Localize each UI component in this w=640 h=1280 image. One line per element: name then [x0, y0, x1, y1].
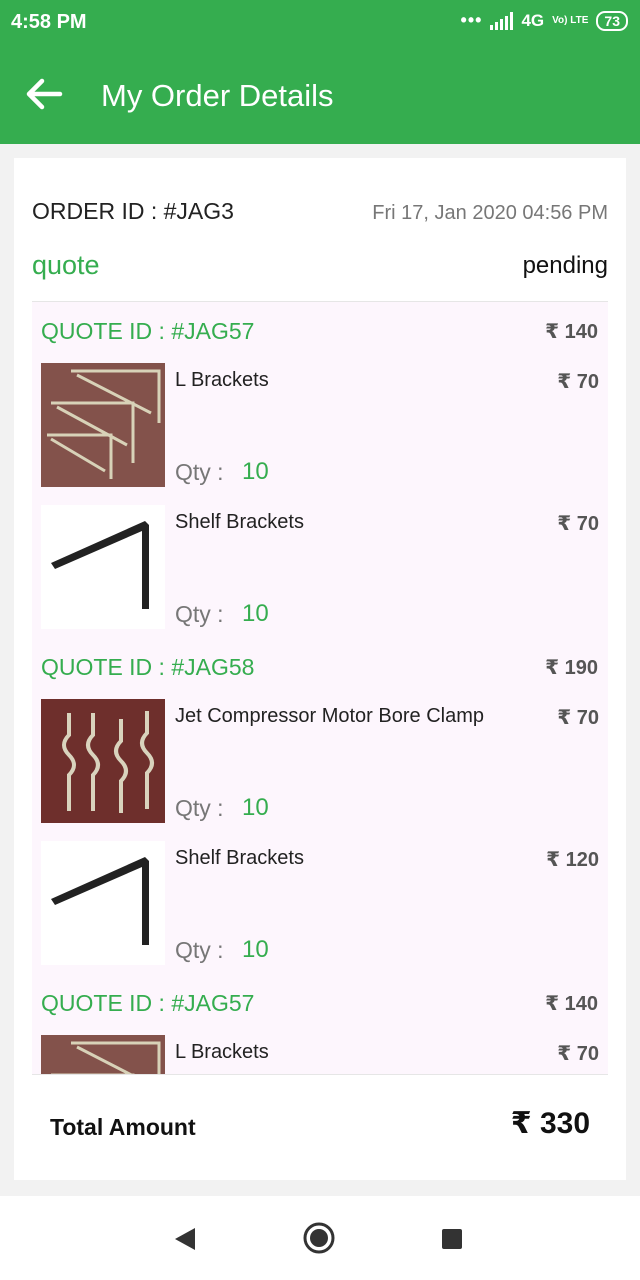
order-id: ORDER ID : #JAG3: [32, 198, 234, 224]
order-date: Fri 17, Jan 2020 04:56 PM: [372, 202, 608, 224]
item-name: L Brackets: [175, 369, 269, 391]
nav-back-icon[interactable]: [173, 1226, 197, 1252]
qty-label: Qty :: [175, 459, 224, 485]
item-price: ₹ 70: [557, 1043, 599, 1065]
item-name: Jet Compressor Motor Bore Clamp: [175, 705, 484, 727]
qty-value: 10: [242, 794, 269, 821]
app-bar: My Order Details: [0, 44, 640, 144]
quote-total: ₹ 140: [545, 321, 598, 343]
qty-label: Qty :: [175, 937, 224, 963]
status-icons: ••• 4G Vo) LTE 73: [461, 10, 628, 31]
l-brackets-image: [41, 1035, 165, 1074]
quote-id: QUOTE ID : #JAG58: [41, 654, 255, 680]
item-price: ₹ 120: [546, 849, 599, 871]
volte-icon: Vo) LTE: [552, 14, 589, 26]
qty-value: 10: [242, 600, 269, 627]
clamp-image: [41, 699, 165, 823]
list-item[interactable]: L Brackets ₹ 70: [41, 1035, 599, 1074]
list-item[interactable]: L Brackets ₹ 70 Qty : 10: [41, 363, 599, 489]
order-card: ORDER ID : #JAG3 Fri 17, Jan 2020 04:56 …: [14, 158, 626, 1180]
shelf-bracket-image: [41, 841, 165, 965]
quote-id: QUOTE ID : #JAG57: [41, 318, 255, 344]
page-title: My Order Details: [101, 78, 334, 113]
qty-value: 10: [242, 458, 269, 485]
system-nav-bar: [0, 1196, 640, 1280]
item-price: ₹ 70: [557, 707, 599, 729]
status-bar: 4:58 PM ••• 4G Vo) LTE 73: [0, 0, 640, 44]
order-status: pending: [522, 252, 608, 279]
back-arrow-icon[interactable]: [22, 72, 66, 116]
total-amount-label: Total Amount: [50, 1114, 196, 1140]
list-item[interactable]: Shelf Brackets ₹ 120 Qty : 10: [41, 841, 599, 967]
quote-id: QUOTE ID : #JAG57: [41, 990, 255, 1016]
shelf-bracket-image: [41, 505, 165, 629]
order-type: quote: [32, 250, 100, 280]
qty-value: 10: [242, 936, 269, 963]
battery-icon: 73: [596, 10, 628, 31]
l-brackets-image: [41, 363, 165, 487]
signal-icon: [490, 11, 514, 30]
item-name: Shelf Brackets: [175, 511, 304, 533]
more-notifications-icon: •••: [460, 10, 483, 30]
total-amount-value: ₹ 330: [510, 1107, 590, 1140]
status-time: 4:58 PM: [11, 11, 87, 33]
list-item[interactable]: Jet Compressor Motor Bore Clamp ₹ 70 Qty…: [41, 699, 599, 825]
qty-label: Qty :: [175, 795, 224, 821]
quote-total: ₹ 140: [545, 993, 598, 1015]
item-price: ₹ 70: [557, 371, 599, 393]
divider: [32, 1074, 608, 1075]
item-name: Shelf Brackets: [175, 847, 304, 869]
quote-total: ₹ 190: [545, 657, 598, 679]
nav-home-icon[interactable]: [303, 1222, 335, 1254]
qty-label: Qty :: [175, 601, 224, 627]
network-type: 4G: [521, 10, 545, 30]
item-price: ₹ 70: [557, 513, 599, 535]
list-item[interactable]: Shelf Brackets ₹ 70 Qty : 10: [41, 505, 599, 631]
nav-recents-icon[interactable]: [441, 1228, 463, 1250]
quote-list[interactable]: QUOTE ID : #JAG57 ₹ 140 L Brackets ₹ 70 …: [32, 302, 608, 1074]
item-name: L Brackets: [175, 1041, 269, 1063]
